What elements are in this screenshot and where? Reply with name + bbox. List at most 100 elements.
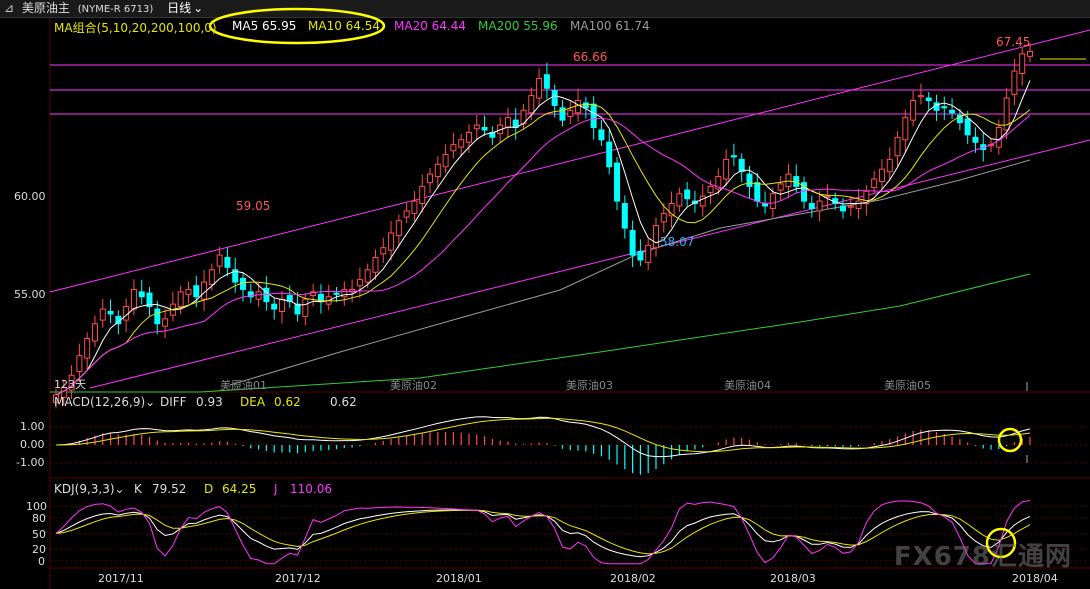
candle-body — [255, 291, 262, 300]
kdj-lines — [55, 500, 1031, 565]
annotation-low: 58.07 — [660, 235, 695, 249]
candle-body — [224, 257, 231, 268]
candle-body — [839, 205, 846, 212]
candle-body — [730, 155, 737, 158]
candle-body — [629, 230, 636, 256]
candle-body — [575, 100, 582, 114]
macd-dea-value: 0.62 — [274, 395, 301, 409]
candle-body — [185, 288, 192, 295]
candle-body — [434, 163, 441, 178]
candle-body — [1019, 53, 1026, 75]
macd-value: 0.62 — [330, 395, 357, 409]
kdj-j-label: J — [274, 482, 278, 496]
trend-line-upper — [49, 29, 1090, 293]
candle-body — [278, 298, 285, 312]
kdj-d-label: D — [204, 482, 214, 496]
kdj-k-line — [55, 509, 1031, 558]
kdj-d-value: 64.25 — [222, 482, 257, 496]
kdj-k-value: 79.52 — [152, 482, 187, 496]
price-tick: 60.00 — [14, 190, 46, 203]
candle-body — [902, 117, 909, 141]
ma100-line — [229, 159, 1031, 386]
candle-body — [302, 298, 309, 317]
ma10-label: MA10 64.54 — [308, 19, 380, 33]
contract-mark: 美原油03 — [566, 379, 613, 392]
contract-mark: 美原油05 — [884, 379, 931, 392]
macd-histogram — [63, 429, 1031, 475]
candle-body — [847, 205, 854, 208]
kdj-tick: 50 — [32, 528, 46, 541]
candle-body — [294, 303, 301, 315]
candle-body — [193, 285, 200, 298]
candle-body — [598, 129, 605, 141]
candle-body — [473, 124, 480, 130]
candle-body — [427, 173, 434, 184]
candle-body — [606, 141, 613, 168]
candle-body — [855, 200, 862, 209]
candle-body — [138, 291, 145, 298]
date-tick: 2017/11 — [98, 572, 144, 585]
candle-body — [676, 193, 683, 207]
candle-body — [333, 292, 340, 295]
price-tick: 55.00 — [14, 288, 46, 301]
macd-tick: 1.00 — [20, 420, 45, 433]
candle-body — [660, 212, 667, 223]
moving-average-lines — [55, 80, 1031, 396]
ma20-label: MA20 64.44 — [394, 19, 466, 33]
kdj-j-value: 110.06 — [290, 482, 332, 496]
candle-body — [364, 269, 371, 283]
candle-body — [621, 203, 628, 229]
candle-body — [910, 100, 917, 121]
candle-body — [917, 95, 924, 98]
candle-body — [699, 195, 706, 207]
candle-body — [777, 183, 784, 191]
candle-body — [442, 153, 449, 168]
ma5-label: MA5 65.95 — [232, 19, 297, 33]
candle-body — [465, 131, 472, 143]
candle-body — [551, 90, 558, 106]
candle-body — [395, 220, 402, 236]
candle-body — [652, 225, 659, 249]
candle-body — [645, 244, 652, 263]
candle-body — [785, 173, 792, 187]
candle-body — [271, 303, 278, 310]
kdj-param: KDJ(9,3,3) — [54, 482, 115, 496]
candle-body — [543, 74, 550, 89]
candle-body — [582, 102, 589, 109]
candle-body — [388, 232, 395, 251]
candle-body — [925, 97, 932, 102]
ma10-line — [55, 103, 1031, 396]
kdj-tick: 0 — [38, 555, 45, 568]
macd-dea-label: DEA — [240, 395, 266, 409]
candle-body — [411, 200, 418, 214]
candle-body — [450, 144, 457, 152]
kdj-k-label: K — [134, 482, 142, 496]
candle-body — [972, 136, 979, 143]
candle-body — [91, 323, 98, 342]
candle-body — [746, 173, 753, 187]
days-count: 123天 — [54, 378, 86, 391]
chart-canvas[interactable] — [0, 0, 1090, 589]
candle-body — [614, 162, 621, 202]
contract-mark: 美原油02 — [390, 379, 437, 392]
candle-body — [964, 118, 971, 136]
candle-body — [590, 103, 597, 128]
date-tick: 2018/02 — [610, 572, 656, 585]
candle-body — [808, 203, 815, 209]
macd-label[interactable]: MACD(12,26,9)⌄ — [54, 395, 155, 409]
macd-param: MACD(12,26,9) — [54, 395, 146, 409]
macd-highlight-circle — [997, 427, 1023, 453]
ma200-label: MA200 55.96 — [478, 19, 558, 33]
candle-body — [481, 126, 488, 131]
annotation-high2: 67.45 — [996, 35, 1031, 49]
watermark-logo: FX678汇通网 — [893, 542, 1072, 572]
kdj-label[interactable]: KDJ(9,3,3)⌄ — [54, 482, 125, 496]
candle-body — [162, 318, 169, 327]
chevron-down-icon: ⌄ — [114, 482, 125, 496]
contract-mark: 美原油01 — [220, 379, 267, 392]
candle-body — [458, 139, 465, 148]
macd-diff-value: 0.93 — [196, 395, 223, 409]
chevron-down-icon: ⌄ — [145, 395, 156, 409]
candle-body — [356, 279, 363, 287]
candle-body — [216, 254, 223, 267]
